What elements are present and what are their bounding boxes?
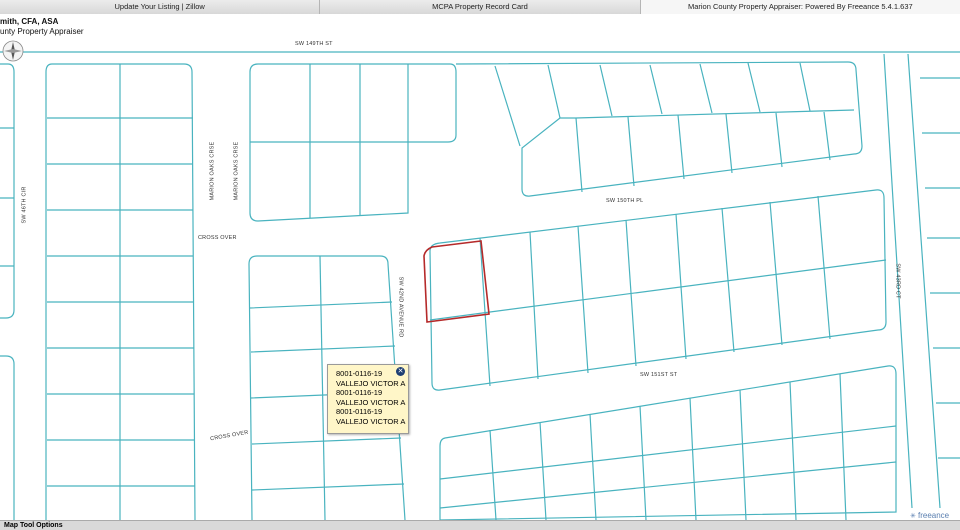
popup-owner: VALLEJO VICTOR A [336,378,406,388]
map-canvas[interactable]: SW 149TH ST SW 150TH PL SW 151ST ST SW 4… [0,38,960,520]
header-title: mith, CFA, ASA [0,17,59,26]
road-label-sw42nd-avenue: SW 42ND AVENUE RD [397,276,404,338]
road-label-sw46: SW 46TH CIR [21,186,28,224]
road-label-marion-oaks-2: MARION OAKS CRSE [233,141,240,201]
tab-zillow[interactable]: Update Your Listing | Zillow [0,0,321,14]
browser-tab-bar: Update Your Listing | Zillow MCPA Proper… [0,0,960,15]
compass-icon[interactable] [0,38,26,64]
selected-parcel[interactable] [423,240,490,323]
road-label-crossover-1: CROSS OVER [198,235,237,241]
parcel-info-popup: ✕ 8001-0116-19 VALLEJO VICTOR A 8001-011… [327,364,409,434]
popup-parcel-id[interactable]: 8001-0116-19 [336,388,408,398]
popup-parcel-id[interactable]: 8001-0116-19 [336,407,408,417]
tab-mcpa-record-card[interactable]: MCPA Property Record Card [320,0,641,14]
freeance-logo-icon: ✳ [910,513,916,520]
road-label-marion-oaks-1: MARION OAKS CRSE [209,141,216,201]
popup-owner: VALLEJO VICTOR A [336,397,406,407]
road-label-sw149: SW 149TH ST [295,41,333,47]
road-label-sw150pl: SW 150TH PL [606,198,644,204]
header-subtitle: unty Property Appraiser [0,27,84,36]
popup-owner: VALLEJO VICTOR A [336,416,406,426]
close-icon[interactable]: ✕ [396,367,405,376]
app-header: mith, CFA, ASA unty Property Appraiser [0,14,960,38]
freeance-brand: freeance [918,511,950,520]
road-label-sw151: SW 151ST ST [640,372,678,378]
tab-marion-county-appraiser[interactable]: Marion County Property Appraiser: Powere… [640,0,960,14]
parcel-map [0,51,960,520]
road-label-sw43rd: SW 43RD CT [894,263,901,299]
